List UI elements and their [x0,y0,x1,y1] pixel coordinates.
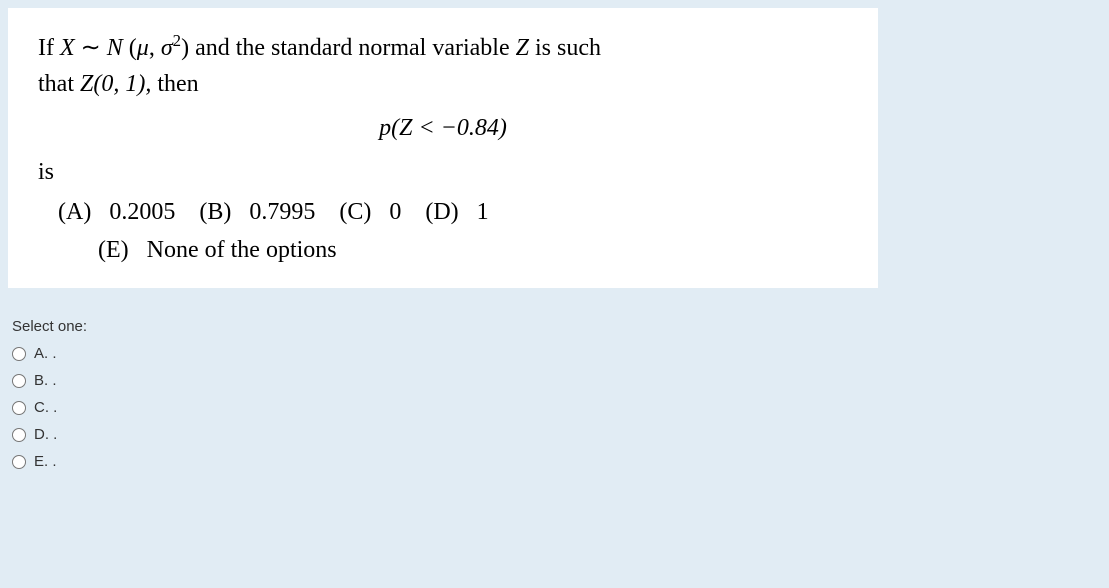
var-z: Z [516,35,529,61]
tilde: ∼ [81,35,107,61]
dist-params: (μ, σ2) [129,35,189,61]
opt-d-label: (D) [425,199,458,225]
answer-line-2: (E) None of the options [58,232,848,268]
text-if: If [38,35,60,61]
select-prompt: Select one: [12,318,1101,335]
radio-input-e[interactable] [12,455,26,469]
question-container: If X ∼ N (μ, σ2) and the standard normal… [8,8,1101,470]
radio-option-d[interactable]: D. . [12,426,1101,443]
radio-label-b[interactable]: B. . [34,372,57,389]
text-post: is such [535,35,601,61]
radio-input-c[interactable] [12,401,26,415]
radio-option-e[interactable]: E. . [12,453,1101,470]
radio-option-a[interactable]: A. . [12,345,1101,362]
opt-c-label: (C) [339,199,371,225]
dist-n: N [107,35,123,61]
z-dist: Z(0, 1), [80,71,151,97]
opt-d-value: 1 [477,199,489,225]
text-then: then [157,71,198,97]
answer-line-1: (A) 0.2005 (B) 0.7995 (C) 0 (D) 1 [58,194,848,230]
opt-b-label: (B) [199,199,231,225]
var-x: X [60,35,75,61]
question-text-line1: If X ∼ N (μ, σ2) and the standard normal… [38,28,848,66]
opt-c-value: 0 [389,199,401,225]
radio-option-b[interactable]: B. . [12,372,1101,389]
opt-e-label: (E) [98,237,129,263]
opt-b-value: 0.7995 [249,199,315,225]
text-that: that [38,71,80,97]
select-section: Select one: A. . B. . C. . D. . E. . [8,318,1101,470]
radio-option-c[interactable]: C. . [12,399,1101,416]
radio-input-d[interactable] [12,428,26,442]
question-text-line2: that Z(0, 1), then [38,66,848,102]
radio-label-d[interactable]: D. . [34,426,57,443]
text-is: is [38,154,848,190]
inline-answer-options: (A) 0.2005 (B) 0.7995 (C) 0 (D) 1 (E) No… [38,194,848,268]
radio-label-e[interactable]: E. . [34,453,57,470]
radio-input-b[interactable] [12,374,26,388]
probability-formula: p(Z < −0.84) [38,110,848,146]
radio-label-a[interactable]: A. . [34,345,57,362]
opt-e-value: None of the options [147,237,337,263]
opt-a-value: 0.2005 [109,199,175,225]
text-mid: and the standard normal variable [195,35,516,61]
radio-input-a[interactable] [12,347,26,361]
question-content: If X ∼ N (μ, σ2) and the standard normal… [8,8,878,288]
radio-label-c[interactable]: C. . [34,399,57,416]
opt-a-label: (A) [58,199,91,225]
